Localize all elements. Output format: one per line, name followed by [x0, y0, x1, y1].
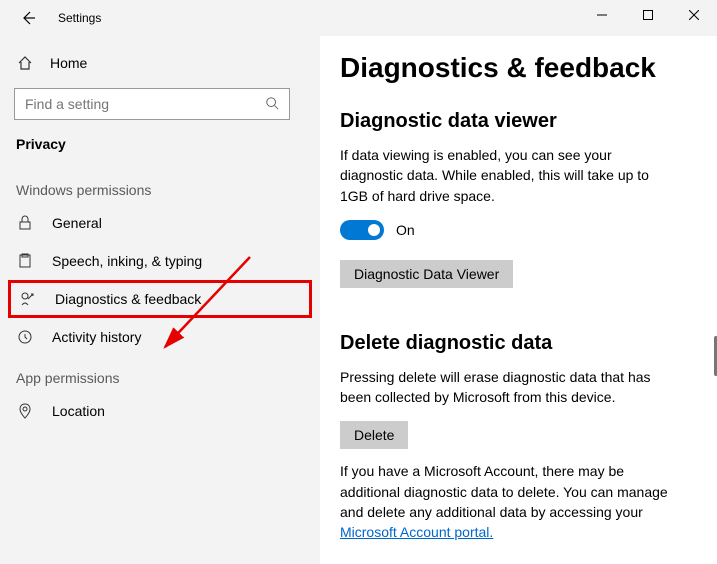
clipboard-icon [16, 252, 34, 270]
toggle-state-label: On [396, 222, 415, 238]
group-app-permissions: App permissions [0, 356, 320, 392]
nav-label: Activity history [52, 329, 141, 345]
maximize-button[interactable] [625, 0, 671, 30]
search-input[interactable] [25, 96, 265, 112]
viewer-description: If data viewing is enabled, you can see … [340, 145, 670, 206]
feedback-icon [19, 290, 37, 308]
history-icon [16, 328, 34, 346]
ms-account-portal-link[interactable]: Microsoft Account portal. [340, 524, 493, 540]
nav-label: General [52, 215, 102, 231]
group-windows-permissions: Windows permissions [0, 168, 320, 204]
nav-label: Location [52, 403, 105, 419]
back-button[interactable] [18, 8, 38, 28]
minimize-button[interactable] [579, 0, 625, 30]
nav-item-diagnostics[interactable]: Diagnostics & feedback [19, 290, 301, 308]
window-title: Settings [58, 11, 101, 25]
viewer-toggle[interactable] [340, 220, 384, 240]
highlight-annotation: Diagnostics & feedback [8, 280, 312, 318]
nav-item-activity[interactable]: Activity history [0, 318, 320, 356]
location-icon [16, 402, 34, 420]
close-button[interactable] [671, 0, 717, 30]
nav-item-speech[interactable]: Speech, inking, & typing [0, 242, 320, 280]
home-icon [16, 54, 34, 72]
delete-description: Pressing delete will erase diagnostic da… [340, 367, 670, 408]
sidebar: Home Privacy Windows permissions General… [0, 36, 320, 564]
section-delete-title: Delete diagnostic data [340, 332, 697, 355]
diagnostic-data-viewer-button[interactable]: Diagnostic Data Viewer [340, 260, 513, 288]
page-title: Diagnostics & feedback [340, 52, 697, 84]
nav-item-location[interactable]: Location [0, 392, 320, 430]
search-icon [265, 96, 279, 113]
content-pane: Diagnostics & feedback Diagnostic data v… [320, 36, 717, 564]
nav-item-general[interactable]: General [0, 204, 320, 242]
lock-icon [16, 214, 34, 232]
section-viewer-title: Diagnostic data viewer [340, 110, 697, 133]
delete-button[interactable]: Delete [340, 421, 408, 449]
nav-label: Speech, inking, & typing [52, 253, 202, 269]
search-box[interactable] [14, 88, 290, 120]
delete-note: If you have a Microsoft Account, there m… [340, 461, 670, 542]
nav-home-label: Home [50, 55, 87, 71]
category-heading: Privacy [0, 130, 320, 168]
nav-home[interactable]: Home [0, 46, 320, 80]
nav-label: Diagnostics & feedback [55, 291, 201, 307]
